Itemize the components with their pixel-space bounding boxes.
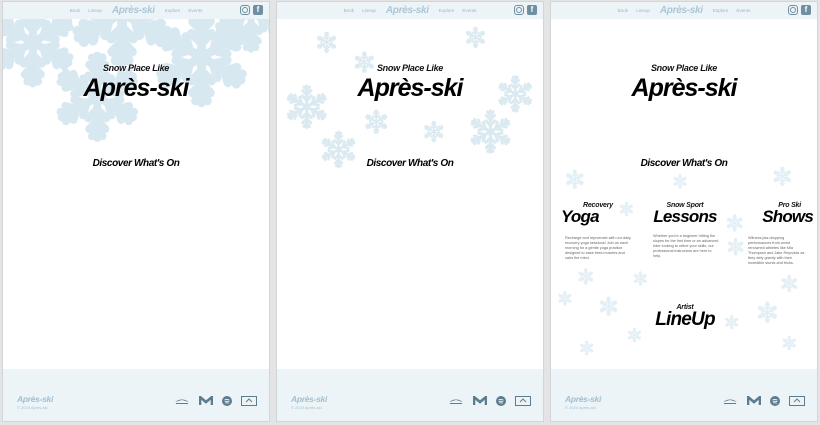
- page-frame-2: Book Lineup Après-ski Explore Events f S…: [276, 1, 544, 422]
- footer-logo[interactable]: Après-ski: [17, 394, 53, 404]
- activity-title: Lessons: [653, 207, 717, 226]
- activity-lessons[interactable]: Snow Sport Lessons: [645, 202, 725, 225]
- hero-subtitle: Snow Place Like: [650, 63, 718, 73]
- activity-yoga[interactable]: Recovery Yoga: [561, 202, 621, 225]
- footer-logo[interactable]: Après-ski: [565, 394, 601, 404]
- sponsor-bird-logo: [722, 397, 738, 405]
- spotify-icon: [222, 396, 232, 406]
- nav-link-explore[interactable]: Explore: [713, 8, 729, 13]
- instagram-icon[interactable]: [514, 5, 524, 15]
- instagram-icon[interactable]: [788, 5, 798, 15]
- nav-link-explore[interactable]: Explore: [165, 8, 181, 13]
- hero-subtitle: Snow Place Like: [376, 63, 444, 73]
- sponsor-m-logo: [473, 396, 487, 406]
- sponsor-logos: [722, 396, 805, 406]
- activity-title: Yoga: [561, 207, 600, 226]
- nav-link-book[interactable]: Book: [618, 8, 628, 13]
- activity-description: Recharge and rejuvenate with our daily r…: [565, 236, 631, 260]
- page-frame-3: Book Lineup Après-ski Explore Events f S…: [550, 1, 818, 422]
- facebook-icon[interactable]: f: [253, 5, 263, 15]
- hero-title: Après-ski: [357, 74, 464, 102]
- nav-link-events[interactable]: Events: [462, 8, 476, 13]
- facebook-icon[interactable]: f: [527, 5, 537, 15]
- footer: Après-ski © 2024 Après-ski: [277, 369, 543, 421]
- footer: Après-ski © 2024 Après-ski: [551, 369, 817, 421]
- nav-link-events[interactable]: Events: [736, 8, 750, 13]
- sponsor-logos: [174, 396, 257, 406]
- nav-link-explore[interactable]: Explore: [439, 8, 455, 13]
- sponsor-badge-logo: [515, 396, 531, 406]
- nav-logo[interactable]: Après-ski: [386, 5, 429, 16]
- instagram-icon[interactable]: [240, 5, 250, 15]
- nav-link-lineup[interactable]: Lineup: [88, 8, 102, 13]
- activity-shows[interactable]: Pro Ski Shows: [747, 202, 814, 226]
- nav-link-lineup[interactable]: Lineup: [362, 8, 376, 13]
- facebook-icon[interactable]: f: [801, 5, 811, 15]
- top-nav: Book Lineup Après-ski Explore Events f: [3, 2, 269, 19]
- sponsor-bird-logo: [174, 397, 190, 405]
- hero-subtitle: Snow Place Like: [102, 63, 170, 73]
- nav-link-book[interactable]: Book: [344, 8, 354, 13]
- sponsor-m-logo: [199, 396, 213, 406]
- discover-heading: Discover What's On: [640, 158, 728, 169]
- sponsor-bird-logo: [448, 397, 464, 405]
- spotify-icon: [770, 396, 780, 406]
- sponsor-badge-logo: [241, 396, 257, 406]
- discover-heading: Discover What's On: [92, 158, 180, 169]
- sponsor-m-logo: [747, 396, 761, 406]
- activity-description: Whether you're a beginner hitting the sl…: [653, 234, 719, 258]
- nav-link-events[interactable]: Events: [188, 8, 202, 13]
- sponsor-badge-logo: [789, 396, 805, 406]
- nav-link-book[interactable]: Book: [70, 8, 80, 13]
- activity-lineup[interactable]: Artist LineUp: [645, 304, 725, 329]
- sponsor-logos: [448, 396, 531, 406]
- nav-logo[interactable]: Après-ski: [660, 5, 703, 16]
- footer-copyright: © 2024 Après-ski: [291, 405, 322, 410]
- top-nav: Book Lineup Après-ski Explore Events f: [551, 2, 817, 19]
- nav-link-lineup[interactable]: Lineup: [636, 8, 650, 13]
- activity-title: Shows: [762, 207, 814, 226]
- activity-description: Witness jaw-dropping performances from w…: [748, 236, 805, 265]
- page-frame-1: Book Lineup Après-ski Explore Events f S…: [2, 1, 270, 422]
- footer-logo[interactable]: Après-ski: [291, 394, 327, 404]
- discover-heading: Discover What's On: [366, 158, 454, 169]
- footer-copyright: © 2024 Après-ski: [565, 405, 596, 410]
- footer-copyright: © 2024 Après-ski: [17, 405, 48, 410]
- hero-title: Après-ski: [83, 74, 190, 102]
- top-nav: Book Lineup Après-ski Explore Events f: [277, 2, 543, 19]
- activity-title: LineUp: [655, 309, 715, 330]
- spotify-icon: [496, 396, 506, 406]
- footer: Après-ski © 2024 Après-ski: [3, 369, 269, 421]
- hero-title: Après-ski: [631, 74, 738, 102]
- nav-logo[interactable]: Après-ski: [112, 5, 155, 16]
